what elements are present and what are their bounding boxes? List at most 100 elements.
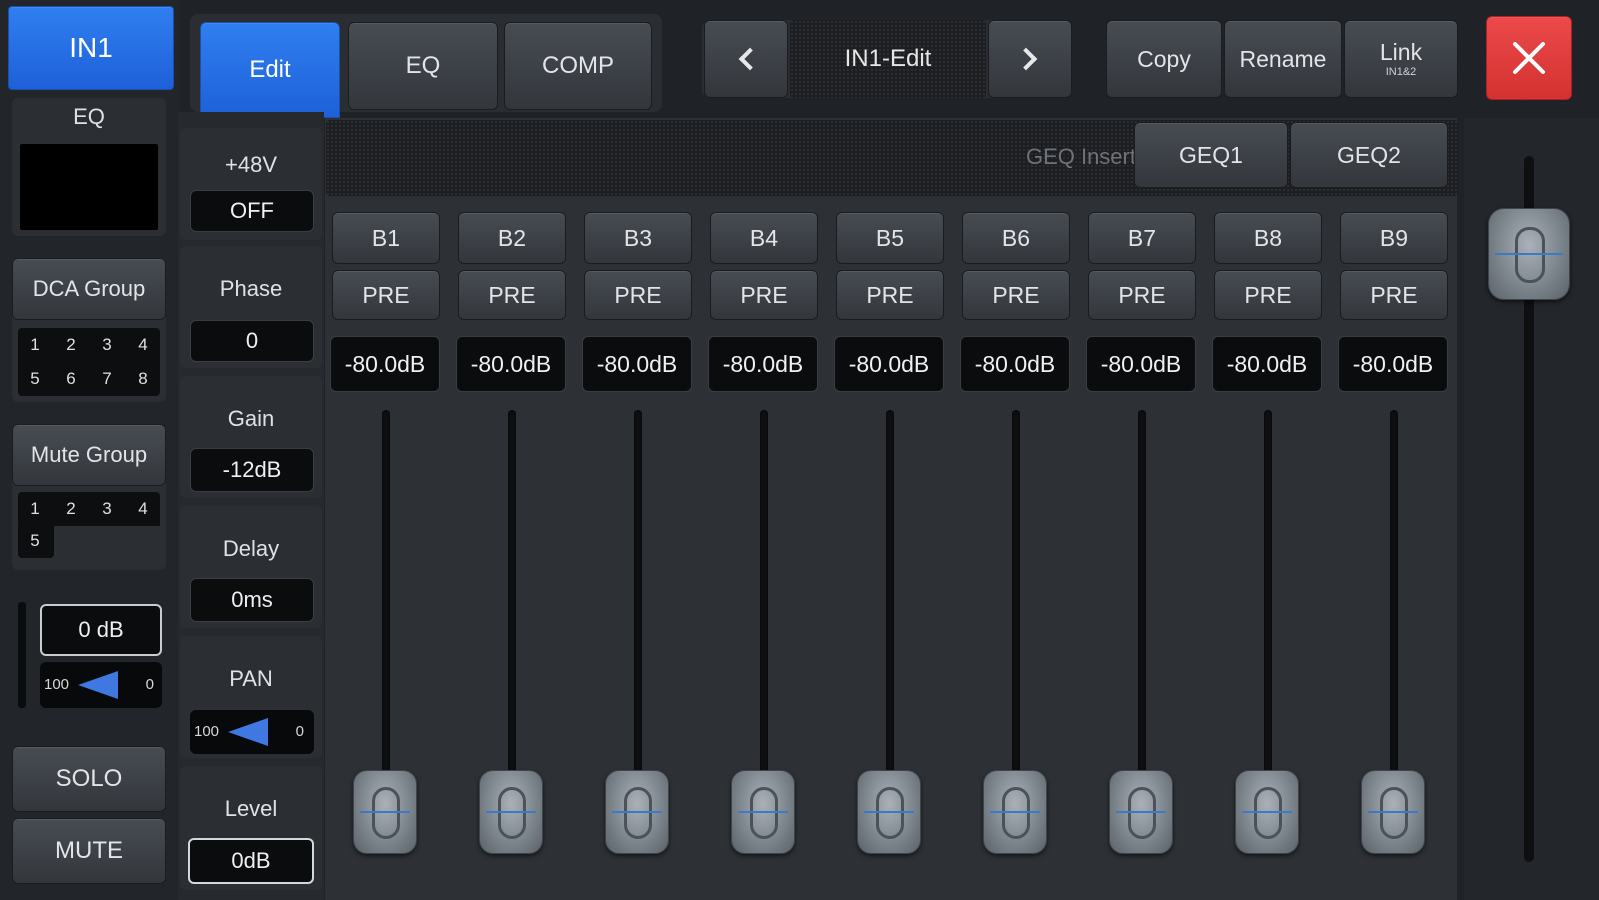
bus-strip-b5: B5 PRE -80.0dB — [830, 208, 948, 898]
mute-number[interactable]: 3 — [92, 494, 122, 524]
pre-post-button[interactable]: PRE — [458, 270, 566, 320]
mute-number[interactable]: 5 — [20, 526, 50, 556]
pre-post-button[interactable]: PRE — [962, 270, 1070, 320]
solo-button[interactable]: SOLO — [12, 746, 166, 812]
dca-group-button[interactable]: DCA Group — [12, 258, 166, 320]
tab-comp[interactable]: COMP — [504, 22, 652, 110]
dca-number[interactable]: 8 — [128, 364, 158, 394]
mute-number[interactable]: 1 — [20, 494, 50, 524]
bus-select-button[interactable]: B5 — [836, 212, 944, 264]
send-level-display[interactable]: -80.0dB — [1212, 336, 1322, 392]
eq-thumbnail-panel[interactable]: EQ — [12, 98, 166, 236]
bus-select-button[interactable]: B8 — [1214, 212, 1322, 264]
channel-fader-handle[interactable] — [1488, 208, 1570, 300]
copy-button[interactable]: Copy — [1106, 20, 1222, 98]
phase-control[interactable]: Phase 0 — [180, 246, 322, 368]
pan-right-value: 0 — [145, 676, 154, 693]
gain-value[interactable]: -12dB — [190, 448, 314, 492]
geq1-button[interactable]: GEQ1 — [1134, 122, 1288, 188]
dca-number[interactable]: 2 — [56, 330, 86, 360]
sidebar-pan-control[interactable]: 100 0 — [40, 662, 162, 708]
bus-strip-b8: B8 PRE -80.0dB — [1208, 208, 1326, 898]
bus-select-button[interactable]: B9 — [1340, 212, 1448, 264]
mute-button[interactable]: MUTE — [12, 818, 166, 884]
dca-number[interactable]: 3 — [92, 330, 122, 360]
fader-handle[interactable] — [983, 770, 1047, 854]
dca-number[interactable]: 6 — [56, 364, 86, 394]
pre-post-button[interactable]: PRE — [1340, 270, 1448, 320]
phase-value[interactable]: 0 — [190, 320, 314, 362]
fader-handle[interactable] — [1235, 770, 1299, 854]
bus-select-button[interactable]: B2 — [458, 212, 566, 264]
phantom-label: +48V — [225, 152, 277, 177]
phantom-power-control[interactable]: +48V OFF — [180, 128, 322, 240]
send-level-display[interactable]: -80.0dB — [1338, 336, 1448, 392]
link-sub-label: IN1&2 — [1385, 66, 1417, 78]
pan-slider[interactable]: 100 0 — [190, 710, 314, 754]
channel-title: IN1-Edit — [790, 20, 986, 98]
pre-post-button[interactable]: PRE — [1088, 270, 1196, 320]
send-level-display[interactable]: -80.0dB — [708, 336, 818, 392]
bus-select-button[interactable]: B1 — [332, 212, 440, 264]
fader-handle[interactable] — [605, 770, 669, 854]
bus-select-button[interactable]: B4 — [710, 212, 818, 264]
gain-control[interactable]: Gain -12dB — [180, 376, 322, 498]
geq2-button[interactable]: GEQ2 — [1290, 122, 1448, 188]
bus-select-button[interactable]: B7 — [1088, 212, 1196, 264]
dca-number[interactable]: 7 — [92, 364, 122, 394]
send-level-display[interactable]: -80.0dB — [834, 336, 944, 392]
level-control[interactable]: Level 0dB — [180, 766, 322, 890]
pre-post-button[interactable]: PRE — [332, 270, 440, 320]
pan-control[interactable]: PAN 100 0 — [180, 636, 322, 758]
channel-name-button[interactable]: IN1 — [8, 6, 174, 90]
fader-handle[interactable] — [479, 770, 543, 854]
mute-number[interactable]: 4 — [128, 494, 158, 524]
rename-button[interactable]: Rename — [1224, 20, 1342, 98]
channel-navigator: IN1-Edit — [702, 20, 1072, 98]
dca-group-panel: DCA Group 1 2 3 4 5 6 7 8 — [12, 258, 166, 402]
tab-eq[interactable]: EQ — [348, 22, 498, 110]
mute-group-button[interactable]: Mute Group — [12, 424, 166, 486]
pre-post-button[interactable]: PRE — [1214, 270, 1322, 320]
channel-level-display[interactable]: 0 dB — [40, 604, 162, 656]
link-button[interactable]: Link IN1&2 — [1344, 20, 1458, 98]
send-level-display[interactable]: -80.0dB — [960, 336, 1070, 392]
chevron-right-icon — [1014, 47, 1038, 71]
dca-number[interactable]: 1 — [20, 330, 50, 360]
gain-label: Gain — [227, 406, 275, 431]
next-channel-button[interactable] — [988, 20, 1072, 98]
pan-indicator-icon — [78, 671, 118, 699]
geq-insert-label: GEQ Insert — [1025, 144, 1136, 169]
send-level-display[interactable]: -80.0dB — [330, 336, 440, 392]
bus-strip-b4: B4 PRE -80.0dB — [704, 208, 822, 898]
send-level-display[interactable]: -80.0dB — [582, 336, 692, 392]
close-button[interactable] — [1486, 16, 1572, 100]
bus-select-button[interactable]: B3 — [584, 212, 692, 264]
phantom-value[interactable]: OFF — [190, 190, 314, 232]
fader-handle[interactable] — [353, 770, 417, 854]
mute-number[interactable]: 2 — [56, 494, 86, 524]
tab-edit[interactable]: Edit — [200, 22, 340, 118]
fader-handle[interactable] — [857, 770, 921, 854]
dca-number[interactable]: 5 — [20, 364, 50, 394]
pre-post-button[interactable]: PRE — [584, 270, 692, 320]
bus-strip-b6: B6 PRE -80.0dB — [956, 208, 1074, 898]
level-meter — [18, 602, 26, 708]
dca-number[interactable]: 4 — [128, 330, 158, 360]
fader-handle[interactable] — [1361, 770, 1425, 854]
pre-post-button[interactable]: PRE — [836, 270, 944, 320]
send-level-display[interactable]: -80.0dB — [456, 336, 566, 392]
delay-value[interactable]: 0ms — [190, 578, 314, 622]
bus-strip-b9: B9 PRE -80.0dB — [1334, 208, 1452, 898]
bus-select-button[interactable]: B6 — [962, 212, 1070, 264]
fader-handle[interactable] — [731, 770, 795, 854]
delay-control[interactable]: Delay 0ms — [180, 506, 322, 628]
prev-channel-button[interactable] — [704, 20, 788, 98]
pan-left-value: 100 — [44, 676, 70, 693]
mute-group-panel: Mute Group 1 2 3 4 5 — [12, 424, 166, 570]
level-value[interactable]: 0dB — [188, 838, 314, 884]
pre-post-button[interactable]: PRE — [710, 270, 818, 320]
send-level-display[interactable]: -80.0dB — [1086, 336, 1196, 392]
bus-strip-b7: B7 PRE -80.0dB — [1082, 208, 1200, 898]
fader-handle[interactable] — [1109, 770, 1173, 854]
